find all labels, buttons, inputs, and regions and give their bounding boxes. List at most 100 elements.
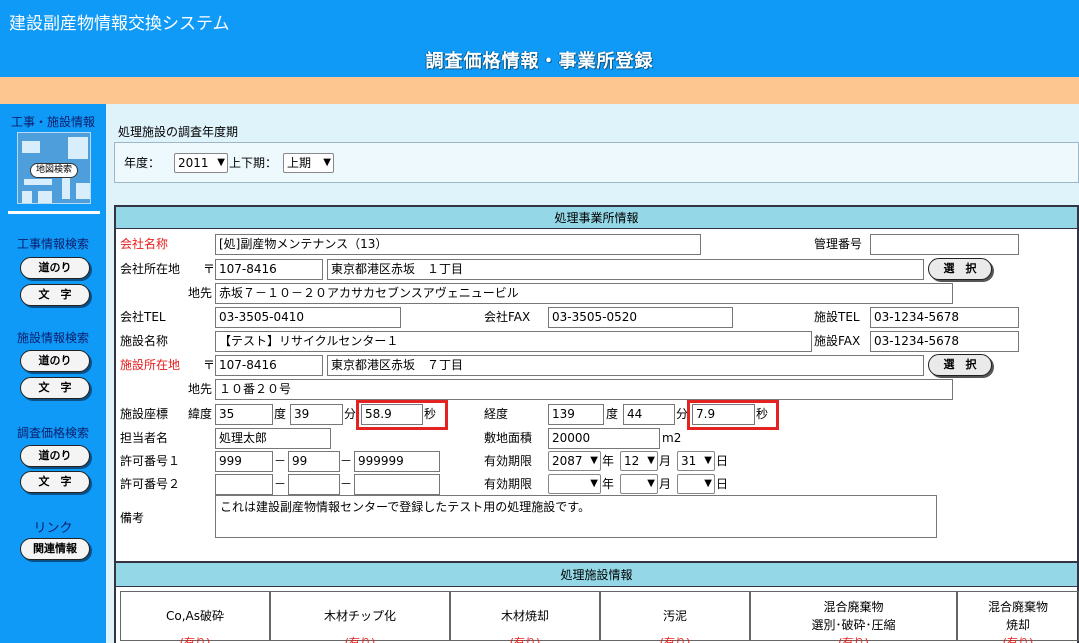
facility-col-wood-chip[interactable]: 木材チップ化 (有り) (270, 591, 450, 643)
permit2-b-input[interactable] (288, 474, 340, 495)
half-label: 上下期： (229, 156, 278, 170)
min-unit: 分 (344, 407, 357, 421)
company-addr-input[interactable]: 東京都港区赤坂 １丁目 (327, 259, 924, 280)
lng-label: 経度 (484, 407, 509, 421)
map-search-button[interactable]: 地図検索 (30, 163, 78, 178)
sidebar-construction-search-label: 工事情報検索 (16, 237, 89, 251)
page-title: 調査価格情報・事業所登録 (425, 51, 654, 72)
mgmt-no-input[interactable] (870, 234, 1019, 255)
facility-name-label: 施設名称 (120, 334, 169, 348)
related-info-button[interactable]: 関連情報 (20, 538, 90, 560)
construction-text-button[interactable]: 文 字 (20, 284, 90, 306)
company-tel-input[interactable]: 03-3505-0410 (215, 307, 401, 328)
lat-sec-input[interactable]: 58.9 (361, 404, 423, 425)
facility-text-button[interactable]: 文 字 (20, 377, 90, 399)
chevron-down-icon: ▼ (647, 455, 655, 466)
valid2-label: 有効期限 (484, 477, 533, 491)
main-content: 処理施設の調査年度期 年度： 2011 ▼ 上下期： 上期 ▼ 処理事業所情報 会社… (106, 104, 1079, 643)
valid2-year-select[interactable]: ▼ (548, 474, 601, 494)
year-select[interactable]: 2011 ▼ (174, 153, 228, 173)
valid-month-select[interactable]: 12 ▼ (620, 451, 658, 471)
lat-deg-input[interactable]: 35 (215, 404, 273, 425)
facility-col-mixed-burn[interactable]: 混合廃棄物 焼却 (有り) (957, 591, 1079, 643)
mgmt-no-label: 管理番号 (814, 237, 863, 251)
chevron-down-icon: ▼ (704, 478, 712, 489)
dash: － (274, 477, 287, 491)
day-unit: 日 (716, 477, 729, 491)
lat-min-input[interactable]: 39 (290, 404, 343, 425)
facility-info-panel: 処理施設情報 Co,As破砕 (有り) 木材チップ化 (有り) 木材焼却 (有り) 汚… (114, 561, 1079, 643)
person-label: 担当者名 (120, 431, 169, 445)
office-info-header: 処理事業所情報 (116, 207, 1077, 229)
postal-mark: 〒 (203, 358, 216, 372)
facility-addr-input[interactable]: 東京都港区赤坂 ７丁目 (327, 355, 924, 376)
company-fax-input[interactable]: 03-3505-0520 (548, 307, 733, 328)
valid-year-select[interactable]: 2087 ▼ (548, 451, 601, 471)
company-name-input[interactable]: [処]副産物メンテナンス（13） (215, 234, 701, 255)
valid-label: 有効期限 (484, 454, 533, 468)
day-unit: 日 (716, 454, 729, 468)
sidebar-price-search-label: 調査価格検索 (16, 426, 89, 440)
facility-tel-label: 施設TEL (814, 310, 860, 324)
sidebar: 工事・施設情報 地図検索 工事情報検索 道のり 文 字 施設情報検索 道のり 文… (0, 104, 106, 643)
facility-col-mixed-sort[interactable]: 混合廃棄物 選別･破砕･圧縮 (有り) (750, 591, 957, 643)
permit1-label: 許可番号１ (120, 454, 181, 468)
company-addr-select-button[interactable]: 選 択 (928, 258, 992, 280)
lng-min-input[interactable]: 44 (623, 404, 675, 425)
permit2-c-input[interactable] (354, 474, 440, 495)
lng-deg-input[interactable]: 139 (548, 404, 604, 425)
facility-fax-input[interactable]: 03-1234-5678 (870, 331, 1019, 352)
permit2-a-input[interactable] (215, 474, 273, 495)
permit1-a-input[interactable]: 999 (215, 451, 273, 472)
facility-addr-select-button[interactable]: 選 択 (928, 354, 992, 376)
sidebar-divider (8, 211, 100, 214)
facility-fax-label: 施設FAX (814, 334, 861, 348)
construction-route-button[interactable]: 道のり (20, 257, 90, 279)
year-box: 年度： 2011 ▼ 上下期： 上期 ▼ (114, 142, 1079, 183)
price-route-button[interactable]: 道のり (20, 445, 90, 467)
facility-chisaki-input[interactable]: １０番２０号 (215, 379, 953, 400)
person-input[interactable]: 処理太郎 (215, 428, 331, 449)
permit1-c-input[interactable]: 999999 (354, 451, 440, 472)
chevron-down-icon: ▼ (704, 455, 712, 466)
sidebar-link-label: リンク (33, 521, 73, 536)
chevron-down-icon: ▼ (647, 478, 655, 489)
lng-sec-input[interactable]: 7.9 (692, 404, 755, 425)
remarks-label: 備考 (120, 511, 145, 525)
dash: － (340, 477, 353, 491)
permit1-b-input[interactable]: 99 (288, 451, 340, 472)
remarks-textarea[interactable]: これは建設副産物情報センターで登録したテスト用の処理施設です。 (215, 495, 937, 538)
facility-col-sludge[interactable]: 汚泥 (有り) (600, 591, 750, 643)
dash: － (340, 454, 353, 468)
map-search-thumbnail[interactable]: 地図検索 (17, 132, 91, 204)
chevron-down-icon: ▼ (590, 478, 598, 489)
month-unit: 月 (659, 454, 672, 468)
facility-route-button[interactable]: 道のり (20, 350, 90, 372)
year-label: 年度： (124, 156, 161, 170)
valid2-month-select[interactable]: ▼ (620, 474, 658, 494)
facility-name-input[interactable]: 【テスト】リサイクルセンター１ (215, 331, 812, 352)
facility-col-co-as[interactable]: Co,As破砕 (有り) (120, 591, 270, 643)
sec-unit: 秒 (756, 407, 769, 421)
sec-unit: 秒 (424, 407, 437, 421)
company-name-label: 会社名称 (120, 237, 169, 251)
postal-mark: 〒 (203, 262, 216, 276)
deg-unit: 度 (606, 407, 619, 421)
price-text-button[interactable]: 文 字 (20, 471, 90, 493)
area-input[interactable]: 20000 (548, 428, 660, 449)
coord-label: 施設座標 (120, 407, 169, 421)
facility-col-wood-burn[interactable]: 木材焼却 (有り) (450, 591, 600, 643)
valid2-day-select[interactable]: ▼ (677, 474, 715, 494)
company-chisaki-input[interactable]: 赤坂７－１０－２０アカサカセブンスアヴェニュービル (215, 283, 953, 304)
facility-tel-input[interactable]: 03-1234-5678 (870, 307, 1019, 328)
facility-info-header: 処理施設情報 (116, 563, 1077, 587)
month-unit: 月 (659, 477, 672, 491)
facility-zip-input[interactable]: 107-8416 (215, 355, 323, 376)
valid-day-select[interactable]: 31 ▼ (677, 451, 715, 471)
chevron-down-icon: ▼ (590, 455, 598, 466)
half-select[interactable]: 上期 ▼ (283, 153, 334, 173)
company-chisaki-label: 地先 (188, 286, 213, 300)
area-label: 敷地面積 (484, 431, 533, 445)
top-header: 建設副産物情報交換システム 調査価格情報・事業所登録 (0, 0, 1079, 77)
company-zip-input[interactable]: 107-8416 (215, 259, 323, 280)
